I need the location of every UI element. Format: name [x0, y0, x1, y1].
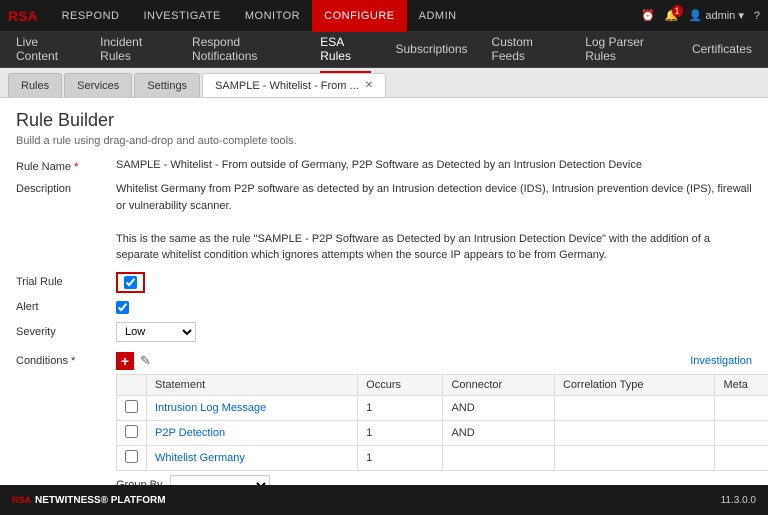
nav-admin[interactable]: ADMIN: [407, 0, 469, 32]
condition-1-statement[interactable]: Intrusion Log Message: [155, 402, 266, 414]
second-navigation: Live Content Incident Rules Respond Noti…: [0, 32, 768, 68]
page-subtitle: Build a rule using drag-and-drop and aut…: [16, 135, 752, 147]
alert-label: Alert: [16, 301, 116, 313]
condition-3-checkbox[interactable]: [125, 450, 138, 463]
condition-3-meta1: [715, 445, 768, 470]
nav-esa-rules[interactable]: ESA Rules: [320, 27, 371, 73]
alerts-icon[interactable]: 🔔 1: [665, 9, 679, 22]
condition-3-connector: [443, 445, 555, 470]
group-by-row: Group By: [116, 475, 752, 486]
condition-2-connector: AND: [443, 420, 555, 445]
condition-3-correlation: [554, 445, 714, 470]
nav-incident-rules[interactable]: Incident Rules: [100, 27, 168, 73]
severity-select[interactable]: Low Medium High Critical: [116, 322, 196, 342]
alert-checkbox[interactable]: [116, 301, 129, 314]
nav-subscriptions[interactable]: Subscriptions: [395, 34, 467, 66]
main-content: Rule Builder Build a rule using drag-and…: [0, 98, 768, 485]
condition-3-statement[interactable]: Whitelist Germany: [155, 452, 245, 464]
condition-1-correlation: [554, 395, 714, 420]
severity-label: Severity: [16, 326, 116, 338]
condition-2-occurs: 1: [358, 420, 443, 445]
nav-respond-notifications[interactable]: Respond Notifications: [192, 27, 296, 73]
nav-live-content[interactable]: Live Content: [16, 27, 76, 73]
condition-1-meta1: [715, 395, 768, 420]
description-row: Description Whitelist Germany from P2P s…: [16, 181, 752, 264]
trial-rule-box: [116, 272, 145, 293]
bottom-version: 11.3.0.0: [721, 495, 756, 506]
col-check: [117, 374, 147, 395]
description-label: Description: [16, 181, 116, 195]
conditions-add-button[interactable]: +: [116, 352, 134, 370]
condition-1-connector: AND: [443, 395, 555, 420]
clock-icon[interactable]: ⏰: [641, 9, 655, 22]
top-nav-right: ⏰ 🔔 1 👤 admin ▾ ?: [641, 9, 760, 22]
trial-rule-row: Trial Rule: [16, 272, 752, 293]
tab-bar: Rules Services Settings SAMPLE - Whiteli…: [0, 68, 768, 98]
col-correlation-type: Correlation Type: [554, 374, 714, 395]
tab-sample-whitelist[interactable]: SAMPLE - Whitelist - From ... ✕: [202, 73, 386, 97]
nav-certificates[interactable]: Certificates: [692, 34, 752, 66]
conditions-label: Conditions *: [16, 355, 116, 367]
alert-row: Alert: [16, 301, 752, 314]
condition-2-meta1: [715, 420, 768, 445]
condition-row-3: Whitelist Germany 1: [117, 445, 768, 470]
rule-name-value: SAMPLE - Whitelist - From outside of Ger…: [116, 159, 752, 171]
conditions-controls: + ✎ Investigation: [116, 352, 752, 370]
conditions-section: Conditions * + ✎ Investigation Statement…: [16, 352, 752, 486]
condition-1-occurs: 1: [358, 395, 443, 420]
col-occurs: Occurs: [358, 374, 443, 395]
description-value: Whitelist Germany from P2P software as d…: [116, 181, 752, 264]
nav-custom-feeds[interactable]: Custom Feeds: [492, 27, 562, 73]
user-icon[interactable]: 👤 admin ▾: [689, 9, 744, 22]
investigation-link[interactable]: Investigation: [690, 355, 752, 367]
trial-rule-label: Trial Rule: [16, 276, 116, 288]
page-title: Rule Builder: [16, 110, 752, 131]
group-by-select[interactable]: [170, 475, 270, 486]
col-connector: Connector: [443, 374, 555, 395]
condition-2-statement[interactable]: P2P Detection: [155, 427, 225, 439]
condition-2-checkbox[interactable]: [125, 425, 138, 438]
rsa-logo: RSA: [8, 8, 38, 24]
trial-rule-checkbox[interactable]: [124, 276, 137, 289]
condition-row-2: P2P Detection 1 AND: [117, 420, 768, 445]
alerts-count: 1: [672, 5, 683, 17]
tab-settings[interactable]: Settings: [134, 73, 200, 97]
condition-row-1: Intrusion Log Message 1 AND: [117, 395, 768, 420]
bottom-logo: RSA NETWITNESS® PLATFORM: [12, 495, 166, 506]
tab-services[interactable]: Services: [64, 73, 132, 97]
bottom-bar: RSA NETWITNESS® PLATFORM 11.3.0.0: [0, 485, 768, 515]
tab-close-icon[interactable]: ✕: [365, 80, 373, 91]
rule-name-row: Rule Name SAMPLE - Whitelist - From outs…: [16, 159, 752, 173]
group-by-label: Group By: [116, 479, 162, 486]
help-icon[interactable]: ?: [754, 10, 760, 22]
conditions-edit-icon[interactable]: ✎: [140, 353, 151, 369]
condition-1-checkbox[interactable]: [125, 400, 138, 413]
condition-3-occurs: 1: [358, 445, 443, 470]
severity-row: Severity Low Medium High Critical: [16, 322, 752, 342]
conditions-table: Statement Occurs Connector Correlation T…: [116, 374, 768, 471]
condition-2-correlation: [554, 420, 714, 445]
rule-name-label: Rule Name: [16, 159, 116, 173]
col-statement: Statement: [147, 374, 358, 395]
tab-rules[interactable]: Rules: [8, 73, 62, 97]
nav-log-parser-rules[interactable]: Log Parser Rules: [585, 27, 668, 73]
col-meta1: Meta: [715, 374, 768, 395]
